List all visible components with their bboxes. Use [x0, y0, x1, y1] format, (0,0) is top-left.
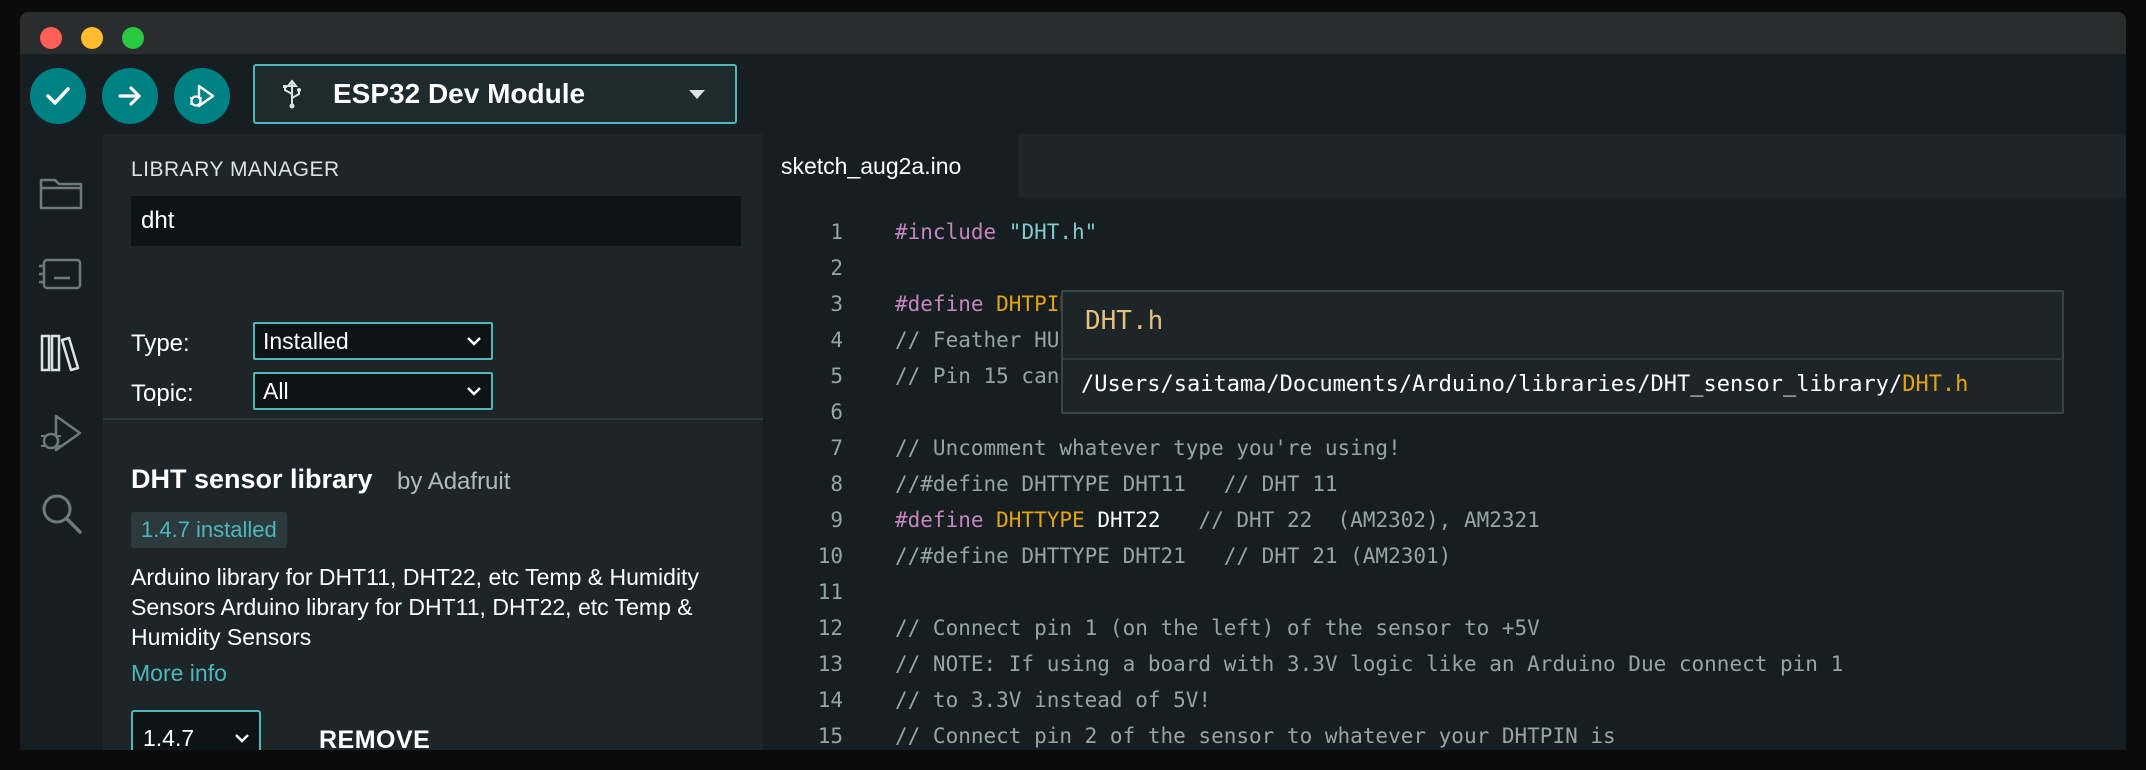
topic-select-value: All [263, 377, 289, 404]
board-selector[interactable]: ESP32 Dev Module [253, 64, 737, 124]
code-line[interactable]: 11 [763, 574, 2126, 610]
line-number: 10 [817, 544, 843, 568]
code-text: #define DHTTYPE DHT22 // DHT 22 (AM2302)… [895, 508, 1540, 532]
library-icon [40, 334, 80, 372]
line-number: 3 [830, 292, 843, 316]
search-icon [42, 494, 82, 534]
line-number: 9 [830, 508, 843, 532]
code-text: // Connect pin 2 of the sensor to whatev… [895, 724, 1616, 748]
version-select[interactable]: 1.4.7 [131, 710, 261, 750]
installed-badge: 1.4.7 installed [131, 512, 287, 548]
check-icon [46, 87, 70, 105]
hover-path-dir: /Users/saitama/Documents/Arduino/librari… [1081, 372, 1903, 397]
line-number: 12 [817, 616, 843, 640]
code-line[interactable]: 10 //#define DHTTYPE DHT21 // DHT 21 (AM2… [763, 538, 2126, 574]
topic-select[interactable]: All [253, 372, 493, 410]
board-name: ESP32 Dev Module [333, 78, 586, 109]
type-label: Type: [131, 330, 190, 357]
line-number: 6 [830, 400, 843, 424]
type-select[interactable]: Installed [253, 322, 493, 360]
more-info-link[interactable]: More info [131, 660, 227, 687]
panel-title: LIBRARY MANAGER [131, 158, 340, 181]
sketchbook-button[interactable] [28, 160, 94, 226]
close-window-button[interactable] [40, 27, 62, 49]
line-number: 4 [830, 328, 843, 352]
code-line[interactable]: 9 #define DHTTYPE DHT22 // DHT 22 (AM2302… [763, 502, 2126, 538]
code-text: #include "DHT.h" [895, 220, 1098, 244]
line-number: 11 [817, 580, 843, 604]
code-text: //#define DHTTYPE DHT21 // DHT 21 (AM230… [895, 544, 1452, 568]
line-number: 15 [817, 724, 843, 748]
line-number: 2 [830, 256, 843, 280]
toolbar: ESP32 Dev Module [20, 54, 2126, 134]
arrow-right-icon [118, 86, 141, 106]
upload-button[interactable] [102, 68, 158, 124]
search-button[interactable] [28, 480, 94, 546]
type-select-value: Installed [263, 327, 349, 354]
board-icon [39, 258, 82, 290]
hover-title: DHT.h [1085, 306, 1164, 336]
remove-button[interactable]: REMOVE [319, 726, 430, 750]
hover-divider [1063, 358, 2063, 360]
arduino-ide-window: ESP32 Dev Module LIBRARY MANAGER dht Typ… [20, 54, 2126, 750]
code-text: //#define DHTTYPE DHT11 // DHT 11 [895, 472, 1338, 496]
window-titlebar [20, 12, 2126, 54]
minimize-window-button[interactable] [81, 27, 103, 49]
line-number: 14 [817, 688, 843, 712]
divider [103, 418, 763, 420]
usb-icon [283, 79, 301, 109]
hover-path: /Users/saitama/Documents/Arduino/librari… [1081, 372, 1968, 397]
activity-bar [20, 134, 103, 750]
debug-panel-button[interactable] [28, 400, 94, 466]
code-line[interactable]: 15 // Connect pin 2 of the sensor to what… [763, 718, 2126, 750]
chevron-down-icon [467, 387, 481, 396]
library-manager-button[interactable] [28, 320, 94, 386]
line-number: 13 [817, 652, 843, 676]
library-search-input[interactable]: dht [131, 196, 741, 246]
chevron-down-icon [467, 337, 481, 346]
code-text: // Connect pin 1 (on the left) of the se… [895, 616, 1540, 640]
code-text: // to 3.3V instead of 5V! [895, 688, 1212, 712]
editor-tab-bar: sketch_aug2a.ino [763, 134, 2126, 198]
line-number: 7 [830, 436, 843, 460]
library-manager-panel: LIBRARY MANAGER dht Type: Installed Topi… [103, 134, 763, 750]
hover-tooltip: DHT.h /Users/saitama/Documents/Arduino/l… [1061, 290, 2064, 414]
verify-button[interactable] [30, 68, 86, 124]
library-description: Arduino library for DHT11, DHT22, etc Te… [131, 564, 699, 650]
code-line[interactable]: 14 // to 3.3V instead of 5V! [763, 682, 2126, 718]
line-number: 8 [830, 472, 843, 496]
version-select-value: 1.4.7 [143, 724, 195, 751]
debug-icon [41, 414, 82, 452]
library-name: DHT sensor library [131, 464, 373, 494]
topic-label: Topic: [131, 380, 194, 407]
chevron-down-icon [689, 90, 705, 99]
hover-path-file: DHT.h [1902, 372, 1969, 397]
boards-manager-button[interactable] [28, 240, 94, 306]
code-text: // Uncomment whatever type you're using! [895, 436, 1401, 460]
chevron-down-icon [235, 734, 249, 743]
code-line[interactable]: 1 #include "DHT.h" [763, 214, 2126, 250]
code-line[interactable]: 7 // Uncomment whatever type you're using… [763, 430, 2126, 466]
code-line[interactable]: 2 [763, 250, 2126, 286]
code-text: // NOTE: If using a board with 3.3V logi… [895, 652, 1844, 676]
line-number: 1 [830, 220, 843, 244]
code-line[interactable]: 8 //#define DHTTYPE DHT11 // DHT 11 [763, 466, 2126, 502]
code-line[interactable]: 13 // NOTE: If using a board with 3.3V lo… [763, 646, 2126, 682]
folder-icon [39, 178, 83, 210]
code-editor[interactable]: 1#include "DHT.h"23#define DHTPIN 2 // D… [763, 198, 2126, 750]
code-line[interactable]: 12 // Connect pin 1 (on the left) of the … [763, 610, 2126, 646]
library-author: by Adafruit [397, 468, 511, 495]
debug-button[interactable] [174, 68, 230, 124]
debug-icon [190, 84, 215, 108]
line-number: 5 [830, 364, 843, 388]
tab-sketch[interactable]: sketch_aug2a.ino [763, 134, 1018, 198]
maximize-window-button[interactable] [122, 27, 144, 49]
